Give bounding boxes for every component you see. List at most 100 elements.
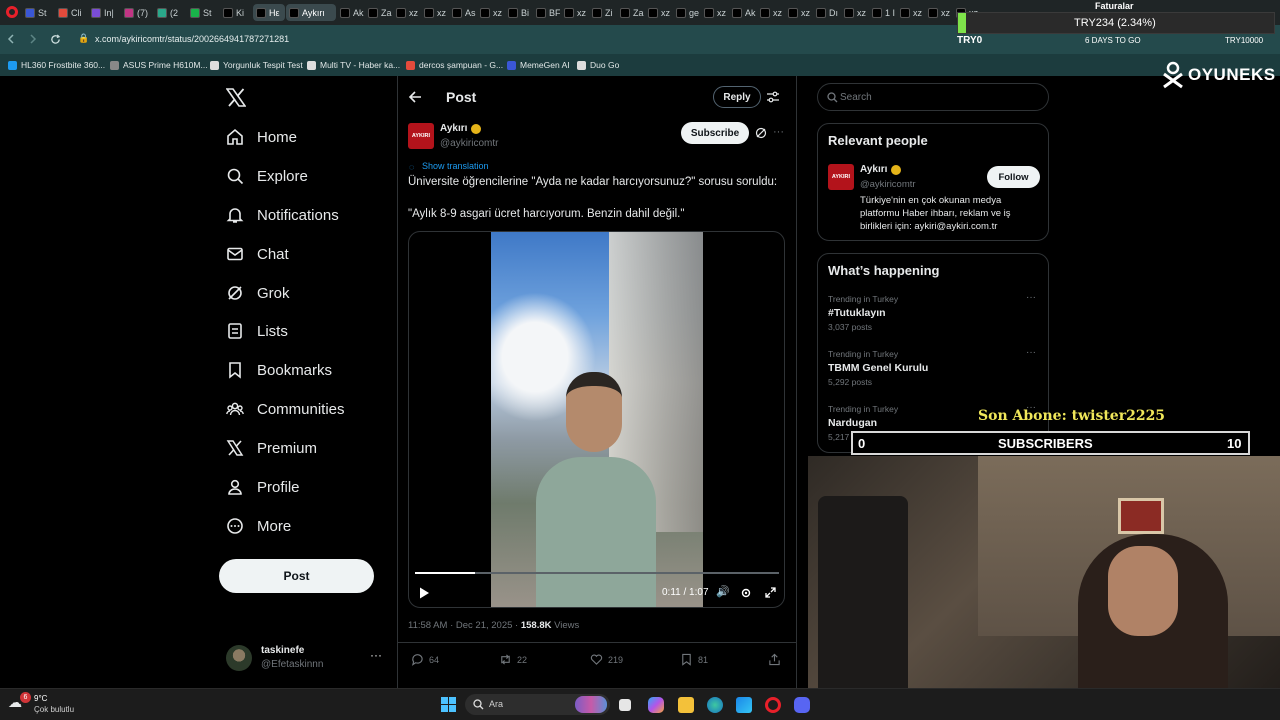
browser-tab[interactable]: xz (645, 4, 672, 21)
fullscreen-icon[interactable] (765, 587, 776, 598)
browser-tab[interactable]: Cli (55, 4, 87, 21)
task-view-icon[interactable] (619, 699, 631, 711)
browser-tab[interactable]: Dı (813, 4, 840, 21)
opera-taskbar-icon[interactable] (765, 697, 781, 713)
bookmark-item[interactable]: HL360 Frostbite 360... (8, 57, 105, 73)
author-name[interactable]: Aykırı (440, 123, 467, 134)
browser-tab[interactable]: xz (701, 4, 728, 21)
windows-start-icon[interactable] (441, 697, 456, 712)
repost-icon (501, 654, 510, 665)
back-icon[interactable] (6, 34, 16, 44)
bookmark-item[interactable]: ASUS Prime H610M... (110, 57, 208, 73)
like-action[interactable]: 219 (590, 653, 623, 666)
sidebar-item-premium[interactable]: Premium (226, 434, 317, 462)
browser-tab[interactable]: xz (841, 4, 868, 21)
store-icon[interactable] (736, 697, 752, 713)
browser-tab[interactable]: xz (925, 4, 952, 21)
browser-tab[interactable]: xz (421, 4, 448, 21)
bookmark-action[interactable]: 81 (680, 653, 708, 666)
file-explorer-icon[interactable] (678, 697, 694, 713)
sidebar-item-chat[interactable]: Chat (226, 240, 289, 268)
sidebar-item-bookmarks[interactable]: Bookmarks (226, 356, 332, 384)
browser-tab[interactable]: Zi (589, 4, 616, 21)
browser-tab[interactable]: xz (393, 4, 420, 21)
bookmark-item[interactable]: Duo Go (577, 57, 619, 73)
browser-tab[interactable]: xz (897, 4, 924, 21)
browser-tab[interactable]: xz (785, 4, 812, 21)
reload-icon[interactable] (50, 34, 61, 45)
video-player[interactable]: 0:11 / 1:07 🔊 (408, 231, 785, 608)
browser-tab[interactable]: (7) (121, 4, 153, 21)
sidebar-item-explore[interactable]: Explore (226, 162, 308, 190)
bookmark-item[interactable]: Yorgunluk Tespit Test (210, 57, 303, 73)
post-button[interactable]: Post (219, 559, 374, 593)
x-logo-icon[interactable] (226, 88, 246, 107)
browser-tab[interactable]: As (449, 4, 476, 21)
rp-avatar[interactable]: AYKIRI (828, 164, 854, 190)
browser-tab[interactable]: Za (365, 4, 392, 21)
play-icon[interactable] (419, 587, 430, 599)
repost-action[interactable]: 22 (499, 653, 527, 666)
reply-action[interactable]: 64 (411, 653, 439, 666)
browser-tab[interactable]: Ak (729, 4, 756, 21)
browser-tab[interactable]: In| (88, 4, 120, 21)
post-more-icon[interactable]: ··· (773, 126, 784, 138)
browser-tab[interactable]: ge (673, 4, 700, 21)
sidebar-item-communities[interactable]: Communities (226, 395, 345, 423)
rp-name[interactable]: Aykırı (860, 164, 887, 175)
opera-icon[interactable] (6, 6, 18, 18)
sidebar-item-grok[interactable]: Grok (226, 279, 290, 307)
browser-tab[interactable]: St (187, 4, 219, 21)
reply-button[interactable]: Reply (713, 86, 761, 108)
video-progress-track[interactable] (415, 572, 779, 574)
trend-item[interactable]: Trending in Turkey TBMM Genel Kurulu 5,292… (828, 347, 1040, 395)
bookmark-item[interactable]: Multi TV - Haber ka... (307, 57, 400, 73)
reply-icon (411, 654, 423, 666)
show-translation-link[interactable]: Show translation (422, 161, 489, 171)
search-box[interactable]: Search (817, 83, 1049, 111)
sidebar-item-lists[interactable]: Lists (226, 317, 288, 345)
browser-tab[interactable]: xz (477, 4, 504, 21)
bookmark-item[interactable]: dercos şampuan - G... (406, 57, 503, 73)
rp-follow-button[interactable]: Follow (987, 166, 1040, 188)
edge-icon[interactable] (707, 697, 723, 713)
sidebar-item-profile[interactable]: Profile (226, 473, 300, 501)
post-timestamp[interactable]: 11:58 AM · Dec 21, 2025 · (408, 620, 521, 631)
forward-icon[interactable] (28, 34, 38, 44)
discord-icon[interactable] (794, 697, 810, 713)
browser-tab[interactable]: Aykırı (286, 4, 336, 21)
settings-gear-icon[interactable] (740, 587, 752, 599)
back-arrow-icon[interactable] (408, 90, 422, 104)
trend-more-icon[interactable]: ··· (1026, 292, 1036, 303)
sidebar-item-home[interactable]: Home (226, 123, 297, 151)
trend-item[interactable]: Trending in Turkey #Tutuklayın 3,037 posts… (828, 292, 1040, 340)
url-field[interactable]: x.com/aykiricomtr/status/200266494178727… (95, 34, 289, 44)
windows-taskbar (0, 688, 1280, 720)
sidebar-item-notifications[interactable]: Notifications (226, 201, 339, 229)
browser-tab[interactable]: Bi (505, 4, 532, 21)
browser-tab[interactable]: (2 (154, 4, 186, 21)
share-icon[interactable] (768, 653, 781, 666)
bookmark-item[interactable]: MemeGen AI (507, 57, 570, 73)
copilot-icon[interactable] (648, 697, 664, 713)
browser-tab[interactable]: BF (533, 4, 560, 21)
sliders-icon[interactable] (766, 90, 780, 104)
browser-tab[interactable]: St (22, 4, 54, 21)
grok-icon[interactable] (755, 127, 767, 139)
taskbar-search[interactable]: Ara (465, 694, 610, 715)
weather-widget[interactable]: ☁ 6 9°C Çok bulutlu (8, 692, 98, 716)
sidebar-item-more[interactable]: More (226, 512, 291, 540)
browser-tab[interactable]: xz (757, 4, 784, 21)
author-handle[interactable]: @aykiricomtr (440, 138, 499, 149)
browser-tab[interactable]: Za (617, 4, 644, 21)
browser-tab[interactable]: Ak (337, 4, 364, 21)
browser-tab[interactable]: 1 I (869, 4, 896, 21)
subscribe-button[interactable]: Subscribe (681, 122, 749, 144)
author-avatar[interactable]: AYKIRI (408, 123, 434, 149)
browser-tab[interactable]: Hε (253, 4, 285, 21)
browser-tab[interactable]: Ki (220, 4, 252, 21)
trend-more-icon[interactable]: ··· (1026, 347, 1036, 358)
browser-tab[interactable]: xz (561, 4, 588, 21)
volume-icon[interactable]: 🔊 (716, 585, 730, 598)
account-switcher[interactable]: taskinefe @Efetaskinnn ··· (226, 643, 386, 673)
